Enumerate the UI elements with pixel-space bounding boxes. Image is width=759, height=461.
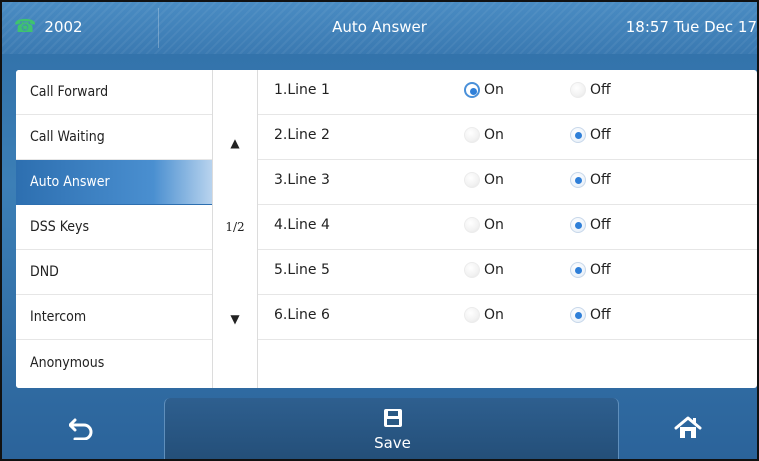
line-settings-list: 1.Line 1 On Off 2.Line 2 On Off 3.Line 3… — [258, 70, 757, 388]
line-3-on-option[interactable]: On — [464, 172, 504, 188]
line-4-off-option[interactable]: Off — [570, 217, 611, 233]
line-5-off-option[interactable]: Off — [570, 262, 611, 278]
line-label: 6.Line 6 — [274, 307, 330, 323]
softkey-bar: Save — [2, 398, 757, 459]
off-label: Off — [590, 217, 611, 233]
on-label: On — [484, 172, 504, 188]
on-label: On — [484, 217, 504, 233]
home-icon — [619, 416, 757, 444]
menu-item-dss-keys[interactable]: DSS Keys — [16, 205, 212, 250]
line-row-5: 5.Line 5 On Off — [258, 250, 757, 295]
line-row-2: 2.Line 2 On Off — [258, 115, 757, 160]
pager: ▲ 1/2 ▼ — [212, 70, 258, 388]
radio-off-icon[interactable] — [570, 307, 586, 323]
line-row-4: 4.Line 4 On Off — [258, 205, 757, 250]
radio-off-icon[interactable] — [570, 127, 586, 143]
home-button[interactable] — [619, 398, 757, 459]
on-label: On — [484, 127, 504, 143]
menu-item-label: Intercom — [30, 309, 87, 325]
line-2-on-option[interactable]: On — [464, 127, 504, 143]
line-label: 5.Line 5 — [274, 262, 330, 278]
line-label: 4.Line 4 — [274, 217, 330, 233]
back-icon — [2, 416, 162, 444]
off-label: Off — [590, 82, 611, 98]
radio-on-icon[interactable] — [464, 127, 480, 143]
radio-off-icon[interactable] — [570, 262, 586, 278]
menu-item-call-waiting[interactable]: Call Waiting — [16, 115, 212, 160]
menu-item-dnd[interactable]: DND — [16, 250, 212, 295]
clock: 18:57 Tue Dec 17 — [625, 18, 757, 36]
radio-off-icon[interactable] — [570, 172, 586, 188]
line-label: 1.Line 1 — [274, 82, 330, 98]
radio-on-icon[interactable] — [464, 307, 480, 323]
radio-on-icon[interactable] — [464, 172, 480, 188]
save-button[interactable]: Save — [164, 398, 619, 459]
radio-off-icon[interactable] — [570, 217, 586, 233]
line-3-off-option[interactable]: Off — [570, 172, 611, 188]
save-icon — [165, 408, 620, 432]
menu-item-auto-answer[interactable]: Auto Answer — [16, 160, 212, 205]
page-down-icon[interactable]: ▼ — [213, 312, 257, 326]
on-label: On — [484, 307, 504, 323]
line-6-on-option[interactable]: On — [464, 307, 504, 323]
menu-item-intercom[interactable]: Intercom — [16, 295, 212, 340]
back-button[interactable] — [2, 398, 162, 459]
line-row-3: 3.Line 3 On Off — [258, 160, 757, 205]
menu-item-label: Anonymous — [30, 354, 105, 371]
radio-on-icon[interactable] — [464, 217, 480, 233]
off-label: Off — [590, 127, 611, 143]
line-6-off-option[interactable]: Off — [570, 307, 611, 323]
menu-item-label: DND — [30, 264, 59, 280]
off-label: Off — [590, 262, 611, 278]
menu-item-label: Call Waiting — [30, 129, 105, 145]
off-label: Off — [590, 307, 611, 323]
line-label: 3.Line 3 — [274, 172, 330, 188]
page-indicator: 1/2 — [225, 220, 245, 234]
save-label: Save — [374, 434, 411, 452]
line-label: 2.Line 2 — [274, 127, 330, 143]
line-4-on-option[interactable]: On — [464, 217, 504, 233]
radio-on-icon[interactable] — [464, 82, 480, 98]
menu-item-call-forward[interactable]: Call Forward — [16, 70, 212, 115]
phone-screen: ☎ 2002 Auto Answer 18:57 Tue Dec 17 Call… — [0, 0, 759, 461]
line-row-6: 6.Line 6 On Off — [258, 295, 757, 340]
menu-item-label: Call Forward — [30, 84, 109, 100]
line-row-1: 1.Line 1 On Off — [258, 70, 757, 115]
menu-item-label: DSS Keys — [30, 219, 90, 235]
line-1-on-option[interactable]: On — [464, 82, 504, 98]
line-1-off-option[interactable]: Off — [570, 82, 611, 98]
off-label: Off — [590, 172, 611, 188]
status-bar: ☎ 2002 Auto Answer 18:57 Tue Dec 17 — [2, 2, 757, 54]
menu-item-anonymous[interactable]: Anonymous — [16, 340, 212, 385]
on-label: On — [484, 82, 504, 98]
on-label: On — [484, 262, 504, 278]
line-5-on-option[interactable]: On — [464, 262, 504, 278]
features-menu: Call Forward Call Waiting Auto Answer DS… — [16, 70, 212, 388]
page-up-icon[interactable]: ▲ — [213, 136, 257, 150]
settings-panel: Call Forward Call Waiting Auto Answer DS… — [16, 70, 757, 388]
radio-off-icon[interactable] — [570, 82, 586, 98]
line-2-off-option[interactable]: Off — [570, 127, 611, 143]
menu-item-label: Auto Answer — [30, 174, 110, 190]
radio-on-icon[interactable] — [464, 262, 480, 278]
